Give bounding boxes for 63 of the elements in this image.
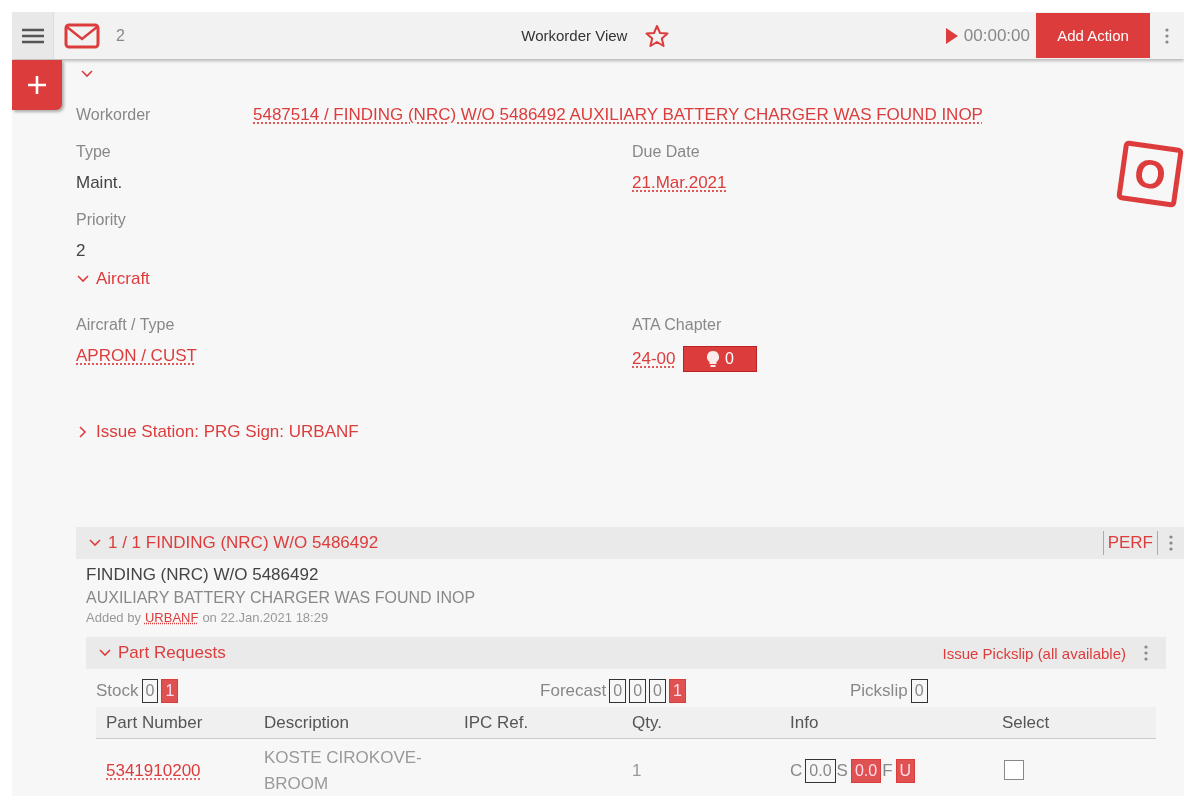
play-icon[interactable] (945, 27, 958, 44)
info-label: S (836, 761, 848, 781)
select-checkbox[interactable] (1004, 759, 1024, 780)
count-badge: 0 (609, 679, 627, 703)
field-label: Aircraft / Type (76, 316, 175, 334)
counter-label: Stock (96, 681, 139, 701)
field-label: Due Date (632, 143, 700, 161)
column-header: Info (790, 712, 820, 733)
date-link[interactable]: 21.Mar.2021 (632, 173, 727, 193)
perf-button[interactable]: PERF (1102, 531, 1158, 555)
info-label: F (882, 761, 893, 781)
count-badge: 1 (161, 679, 179, 703)
info-label: C (790, 761, 803, 781)
star-icon[interactable] (645, 23, 670, 48)
info-badge: 0.0 (850, 759, 882, 783)
count-badge: 0 (141, 679, 159, 703)
plus-icon (26, 74, 48, 96)
part-number-link[interactable]: 5341910200 (106, 761, 201, 780)
counter-label: Forecast (540, 681, 607, 701)
field-label: ATA Chapter (632, 316, 722, 334)
counter-label: Pickslip (850, 681, 908, 701)
added-by-label: Added by (86, 610, 141, 625)
field-label: Type (76, 143, 111, 161)
workorder-link[interactable]: 5487514 / FINDING (NRC) W/O 5486492 AUXILIARY BATTERY CHARGER WAS FOUND INOP (253, 105, 983, 125)
added-date: on 22.Jan.2021 18:29 (202, 610, 329, 625)
stamp: O (1116, 140, 1184, 208)
column-header: Description (264, 712, 351, 733)
field-value: 2 (76, 241, 86, 261)
table-cell-text: 1 (632, 760, 642, 782)
column-header: Qty. (632, 712, 663, 733)
finding-title: FINDING (NRC) W/O 5486492 (86, 565, 320, 585)
menu-icon (20, 27, 45, 44)
section-toggle[interactable]: Part Requests (98, 643, 226, 663)
mail-icon[interactable] (64, 22, 100, 49)
section-toggle[interactable]: Aircraft (76, 269, 150, 289)
column-header: Select (1002, 712, 1051, 733)
section-toggle[interactable]: Issue Station: PRG Sign: URBANF (76, 422, 359, 442)
field-label: Priority (76, 211, 126, 229)
column-header: Part Number (106, 712, 204, 733)
count-badge: 0 (910, 679, 928, 703)
field-value: Maint. (76, 173, 123, 193)
count-badge: 1 (668, 679, 686, 703)
add-action-button[interactable]: Add Action (1036, 13, 1150, 58)
hint-button[interactable]: 0 (683, 346, 758, 372)
add-button[interactable] (12, 60, 62, 110)
user-link[interactable]: URBANF (144, 610, 199, 625)
field-label: Workorder (76, 106, 152, 124)
field-link[interactable]: 24-00 (632, 349, 676, 369)
section-toggle[interactable]: 1 / 1 FINDING (NRC) W/O 5486492 (88, 533, 379, 553)
lightbulb-icon (707, 351, 720, 367)
count-badge: 0 (649, 679, 666, 703)
menu-button[interactable] (12, 12, 54, 59)
finding-description: AUXILIARY BATTERY CHARGER WAS FOUND INOP (86, 589, 477, 607)
table-cell-text: KOSTE CIROKOVE-BROOM (264, 747, 423, 795)
column-header: IPC Ref. (464, 712, 530, 733)
count-badge: 0 (629, 679, 647, 703)
issue-pickslip-link[interactable]: Issue Pickslip (all available) (942, 644, 1126, 662)
info-badge: 0.0 (805, 759, 836, 783)
field-link[interactable]: APRON / CUST (76, 346, 197, 366)
window-title: Workorder View (521, 27, 628, 44)
timer: 00:00:00 (963, 25, 1030, 46)
info-badge: U (895, 759, 916, 783)
message-count: 2 (116, 26, 125, 45)
